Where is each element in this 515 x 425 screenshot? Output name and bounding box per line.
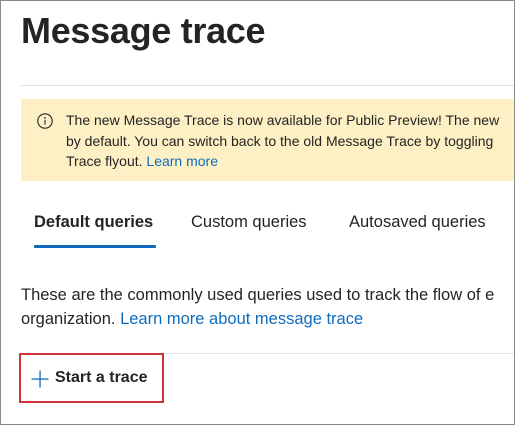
start-trace-label: Start a trace	[55, 369, 148, 386]
tab-autosaved-queries[interactable]: Autosaved queries	[349, 199, 486, 245]
description-line-2-text: organization.	[21, 310, 121, 328]
queries-description: These are the commonly used queries used…	[21, 283, 514, 331]
tab-custom-queries[interactable]: Custom queries	[191, 199, 307, 245]
preview-banner: The new Message Trace is now available f…	[21, 99, 514, 181]
query-tabs: Default queries Custom queries Autosaved…	[21, 199, 514, 251]
info-icon	[37, 113, 53, 129]
page-frame: Message trace The new Message Trace is n…	[0, 0, 515, 425]
banner-line-3: Trace flyout. Learn more	[66, 151, 514, 172]
banner-line-2: by default. You can switch back to the o…	[66, 132, 494, 149]
plus-icon	[31, 370, 49, 388]
header-divider	[21, 85, 514, 86]
start-trace-button[interactable]: Start a trace	[19, 353, 164, 403]
selected-tab-indicator	[34, 245, 156, 248]
banner-line-1: The new Message Trace is now available f…	[66, 112, 500, 128]
banner-learn-more-link[interactable]: Learn more	[146, 153, 218, 169]
learn-more-message-trace-link[interactable]: Learn more about message trace	[120, 310, 363, 328]
page-title: Message trace	[21, 10, 266, 51]
banner-line-3-text: Trace flyout.	[66, 153, 147, 169]
banner-message: The new Message Trace is now available f…	[66, 110, 514, 172]
description-line-1: These are the commonly used queries used…	[21, 286, 495, 304]
description-line-2: organization. Learn more about message t…	[21, 307, 514, 331]
tab-default-queries[interactable]: Default queries	[34, 199, 153, 245]
